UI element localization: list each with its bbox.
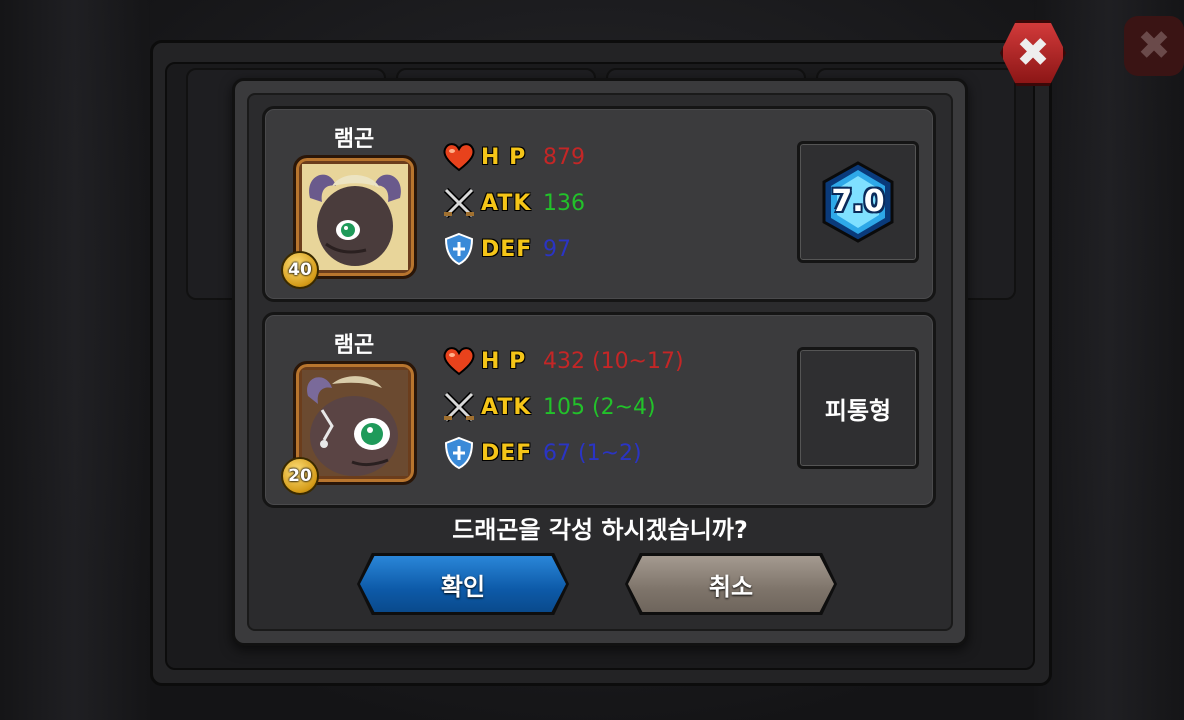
level-badge: 20 [281, 457, 319, 495]
shield-icon [441, 231, 477, 267]
heart-icon [441, 139, 477, 175]
def-value: 67 (1~2) [543, 440, 642, 466]
hp-value: 879 [543, 144, 585, 170]
hp-label: H P [481, 348, 527, 374]
dragon-name: 램곤 [333, 127, 375, 152]
def-label: DEF [481, 440, 533, 466]
crossed-swords-icon [441, 185, 477, 221]
def-row: DEF 67 (1~2) [441, 435, 642, 471]
ram-dragon-image [302, 164, 408, 270]
atk-label: ATK [481, 394, 532, 420]
dragon-card-material: 램곤 20 H P 432 (10~17) ATK 105 (2~4) DEF … [262, 312, 936, 508]
awaken-question: 드래곤을 각성 하시겠습니까? [452, 516, 748, 544]
atk-value: 136 [543, 190, 585, 216]
atk-row: ATK 136 [441, 185, 585, 221]
def-label: DEF [481, 236, 533, 262]
ram-dragon-image [302, 370, 408, 476]
hp-row: H P 879 [441, 139, 585, 175]
heart-icon [441, 343, 477, 379]
dragon-card-current: 램곤 40 H P 879 ATK 136 DEF 97 7.0 [262, 106, 936, 302]
confirm-button[interactable]: 확인 [360, 556, 566, 612]
type-box: 피통형 [797, 347, 919, 469]
atk-row: ATK 105 (2~4) [441, 389, 656, 425]
hp-row: H P 432 (10~17) [441, 343, 684, 379]
crossed-swords-icon [441, 389, 477, 425]
atk-label: ATK [481, 190, 532, 216]
cancel-button[interactable]: 취소 [628, 556, 834, 612]
background-pillar-left [0, 0, 150, 720]
background-pillar-right [1034, 0, 1184, 720]
hp-value: 432 (10~17) [543, 348, 684, 374]
level-badge: 40 [281, 251, 319, 289]
grade-value: 7.0 [831, 184, 885, 219]
shield-icon [441, 435, 477, 471]
background-close-icon: ✖ [1124, 16, 1184, 76]
hp-label: H P [481, 144, 527, 170]
dragon-name: 램곤 [333, 333, 375, 358]
def-value: 97 [543, 236, 571, 262]
type-label: 피통형 [824, 396, 892, 425]
atk-value: 105 (2~4) [543, 394, 656, 420]
def-row: DEF 97 [441, 231, 571, 267]
grade-box: 7.0 [797, 141, 919, 263]
